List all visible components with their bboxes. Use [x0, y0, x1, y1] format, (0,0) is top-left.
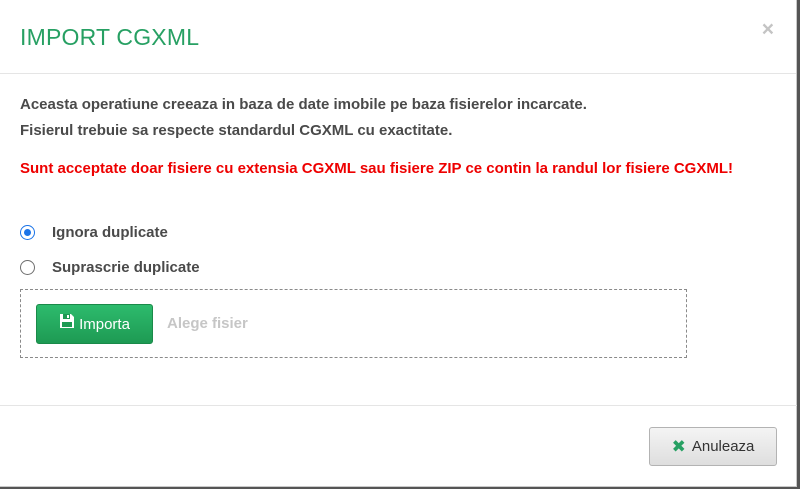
cancel-button-label: Anuleaza	[691, 438, 755, 455]
radio-option-overwrite-duplicates[interactable]: Suprascrie duplicate	[20, 257, 200, 277]
cancel-button[interactable]: ✖ Anuleaza	[649, 427, 777, 466]
dialog-header: IMPORT CGXML ×	[0, 0, 796, 74]
dialog-title: IMPORT CGXML	[20, 24, 200, 50]
dialog-body: Aceasta operatiune creeaza in baza de da…	[0, 75, 797, 405]
dialog-footer: ✖ Anuleaza	[0, 405, 797, 487]
radio-label-overwrite[interactable]: Suprascrie duplicate	[52, 259, 200, 276]
radio-label-ignore[interactable]: Ignora duplicate	[52, 224, 168, 241]
info-text-line-1: Aceasta operatiune creeaza in baza de da…	[20, 96, 587, 113]
import-button-label: Importa	[79, 315, 130, 333]
import-cgxml-dialog: IMPORT CGXML × Aceasta operatiune creeaz…	[0, 0, 797, 487]
import-button[interactable]: Importa	[36, 304, 153, 344]
radio-button-overwrite[interactable]	[20, 259, 35, 275]
floppy-disk-icon	[60, 314, 75, 328]
x-icon: ✖	[671, 436, 686, 457]
radio-option-ignore-duplicates[interactable]: Ignora duplicate	[20, 222, 168, 242]
warning-text: Sunt acceptate doar fisiere cu extensia …	[20, 160, 733, 177]
close-button[interactable]: ×	[762, 18, 774, 42]
radio-button-ignore[interactable]	[20, 224, 35, 240]
file-dropzone[interactable]: Importa Alege fisier	[20, 289, 687, 358]
choose-file-placeholder[interactable]: Alege fisier	[167, 315, 248, 332]
info-text-line-2: Fisierul trebuie sa respecte standardul …	[20, 122, 453, 139]
